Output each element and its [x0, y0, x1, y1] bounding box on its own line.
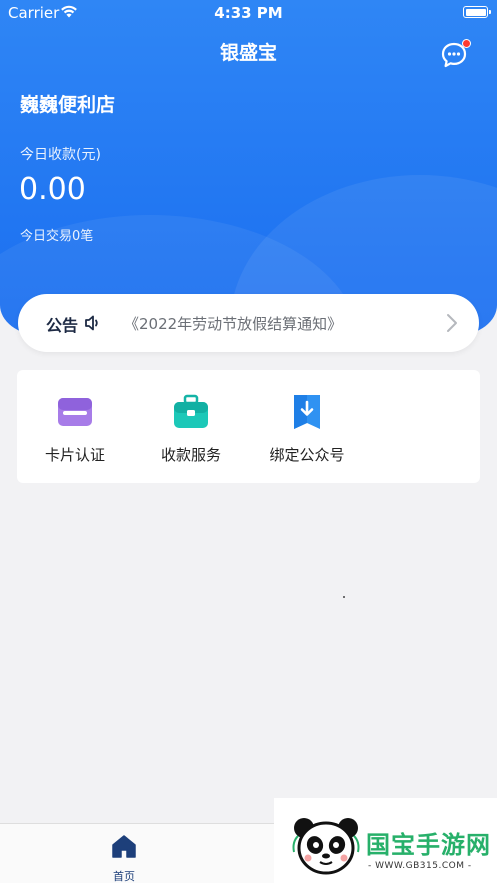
home-icon: [112, 835, 136, 858]
briefcase-icon: [174, 394, 208, 428]
speaker-icon: [85, 315, 98, 331]
battery-icon: [463, 6, 491, 18]
status-bar: Carrier 4:33 PM: [0, 0, 497, 26]
services-card: 卡片认证 收款服务 绑定公众号: [17, 370, 480, 483]
service-bind-official-account[interactable]: 绑定公众号: [249, 370, 365, 483]
watermark-title: 国宝手游网: [366, 831, 491, 859]
clock: 4:33 PM: [214, 4, 283, 22]
site-watermark: 国宝手游网 - WWW.GB315.COM -: [274, 798, 497, 883]
today-income-label: 今日收款(元): [20, 147, 101, 163]
notice-tag: 公告: [46, 316, 79, 335]
chevron-right-icon: [447, 314, 457, 332]
notice-text: 《2022年劳动节放假结算通知》: [124, 315, 343, 333]
tab-home-label: 首页: [113, 870, 135, 883]
unread-badge: [462, 39, 471, 48]
today-transaction-count: 今日交易0笔: [20, 229, 94, 244]
app-title: 银盛宝: [219, 42, 277, 64]
store-name: 巍巍便利店: [20, 94, 116, 116]
service-label: 绑定公众号: [269, 446, 345, 464]
tab-home[interactable]: 首页: [94, 834, 154, 883]
watermark-url: - WWW.GB315.COM -: [368, 861, 472, 871]
card-icon: [58, 398, 92, 426]
service-card-verification[interactable]: 卡片认证: [17, 370, 133, 483]
today-income-amount: 0.00: [19, 172, 86, 207]
service-payment[interactable]: 收款服务: [133, 370, 249, 483]
stray-dot: [343, 596, 345, 598]
bookmark-download-icon: [294, 395, 320, 429]
service-label: 收款服务: [160, 446, 221, 464]
panda-logo-icon: [292, 818, 360, 875]
service-label: 卡片认证: [44, 446, 105, 464]
notice-bar[interactable]: 公告 《2022年劳动节放假结算通知》: [18, 294, 479, 352]
